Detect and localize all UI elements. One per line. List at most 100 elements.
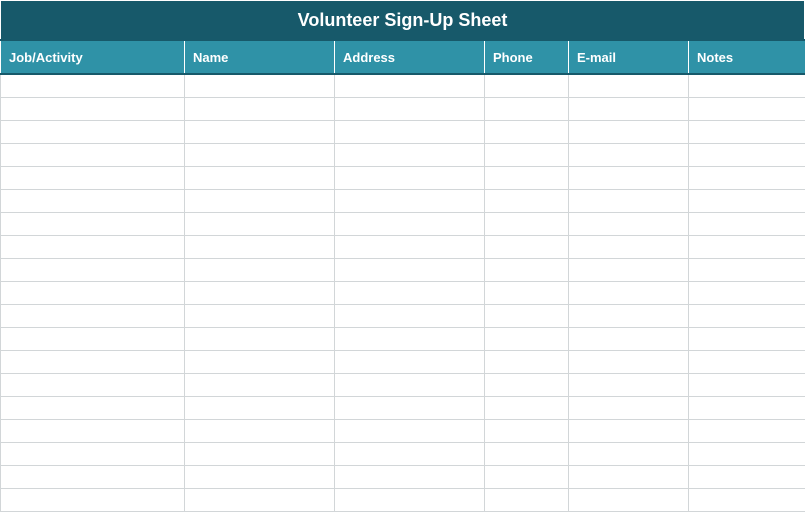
cell-name[interactable] (185, 258, 335, 281)
cell-email[interactable] (569, 396, 689, 419)
cell-address[interactable] (335, 465, 485, 488)
cell-phone[interactable] (485, 281, 569, 304)
cell-notes[interactable] (689, 74, 805, 97)
cell-address[interactable] (335, 212, 485, 235)
cell-name[interactable] (185, 97, 335, 120)
cell-email[interactable] (569, 258, 689, 281)
cell-address[interactable] (335, 350, 485, 373)
cell-phone[interactable] (485, 304, 569, 327)
cell-email[interactable] (569, 281, 689, 304)
cell-address[interactable] (335, 419, 485, 442)
cell-job[interactable] (1, 166, 185, 189)
cell-notes[interactable] (689, 419, 805, 442)
cell-email[interactable] (569, 189, 689, 212)
cell-phone[interactable] (485, 74, 569, 97)
cell-notes[interactable] (689, 396, 805, 419)
cell-address[interactable] (335, 281, 485, 304)
cell-notes[interactable] (689, 281, 805, 304)
cell-notes[interactable] (689, 350, 805, 373)
cell-address[interactable] (335, 166, 485, 189)
cell-address[interactable] (335, 442, 485, 465)
cell-phone[interactable] (485, 212, 569, 235)
cell-notes[interactable] (689, 373, 805, 396)
cell-name[interactable] (185, 442, 335, 465)
cell-name[interactable] (185, 304, 335, 327)
cell-name[interactable] (185, 74, 335, 97)
cell-notes[interactable] (689, 235, 805, 258)
cell-address[interactable] (335, 143, 485, 166)
cell-address[interactable] (335, 74, 485, 97)
cell-job[interactable] (1, 189, 185, 212)
cell-notes[interactable] (689, 442, 805, 465)
cell-notes[interactable] (689, 97, 805, 120)
cell-phone[interactable] (485, 235, 569, 258)
cell-job[interactable] (1, 97, 185, 120)
cell-name[interactable] (185, 327, 335, 350)
cell-email[interactable] (569, 373, 689, 396)
cell-address[interactable] (335, 396, 485, 419)
cell-phone[interactable] (485, 120, 569, 143)
cell-name[interactable] (185, 212, 335, 235)
cell-email[interactable] (569, 442, 689, 465)
cell-job[interactable] (1, 212, 185, 235)
cell-job[interactable] (1, 281, 185, 304)
cell-address[interactable] (335, 189, 485, 212)
cell-name[interactable] (185, 373, 335, 396)
cell-phone[interactable] (485, 258, 569, 281)
cell-address[interactable] (335, 120, 485, 143)
cell-address[interactable] (335, 235, 485, 258)
cell-job[interactable] (1, 350, 185, 373)
cell-phone[interactable] (485, 465, 569, 488)
cell-address[interactable] (335, 373, 485, 396)
cell-email[interactable] (569, 419, 689, 442)
cell-email[interactable] (569, 350, 689, 373)
cell-email[interactable] (569, 488, 689, 511)
cell-name[interactable] (185, 235, 335, 258)
cell-job[interactable] (1, 465, 185, 488)
cell-name[interactable] (185, 166, 335, 189)
cell-job[interactable] (1, 442, 185, 465)
cell-email[interactable] (569, 166, 689, 189)
cell-job[interactable] (1, 396, 185, 419)
cell-email[interactable] (569, 74, 689, 97)
cell-notes[interactable] (689, 327, 805, 350)
cell-name[interactable] (185, 350, 335, 373)
cell-name[interactable] (185, 120, 335, 143)
cell-email[interactable] (569, 143, 689, 166)
cell-phone[interactable] (485, 442, 569, 465)
cell-job[interactable] (1, 258, 185, 281)
cell-address[interactable] (335, 258, 485, 281)
cell-notes[interactable] (689, 212, 805, 235)
cell-email[interactable] (569, 120, 689, 143)
cell-name[interactable] (185, 396, 335, 419)
cell-address[interactable] (335, 304, 485, 327)
cell-notes[interactable] (689, 258, 805, 281)
cell-job[interactable] (1, 488, 185, 511)
cell-job[interactable] (1, 143, 185, 166)
cell-job[interactable] (1, 235, 185, 258)
cell-phone[interactable] (485, 419, 569, 442)
cell-phone[interactable] (485, 327, 569, 350)
cell-phone[interactable] (485, 396, 569, 419)
cell-job[interactable] (1, 74, 185, 97)
cell-phone[interactable] (485, 166, 569, 189)
cell-phone[interactable] (485, 189, 569, 212)
cell-name[interactable] (185, 143, 335, 166)
cell-notes[interactable] (689, 189, 805, 212)
cell-notes[interactable] (689, 465, 805, 488)
cell-phone[interactable] (485, 488, 569, 511)
cell-email[interactable] (569, 212, 689, 235)
cell-address[interactable] (335, 327, 485, 350)
cell-job[interactable] (1, 327, 185, 350)
cell-notes[interactable] (689, 120, 805, 143)
cell-job[interactable] (1, 373, 185, 396)
cell-email[interactable] (569, 327, 689, 350)
cell-name[interactable] (185, 419, 335, 442)
cell-phone[interactable] (485, 97, 569, 120)
cell-notes[interactable] (689, 166, 805, 189)
cell-email[interactable] (569, 235, 689, 258)
cell-notes[interactable] (689, 143, 805, 166)
cell-name[interactable] (185, 488, 335, 511)
cell-name[interactable] (185, 281, 335, 304)
cell-name[interactable] (185, 465, 335, 488)
